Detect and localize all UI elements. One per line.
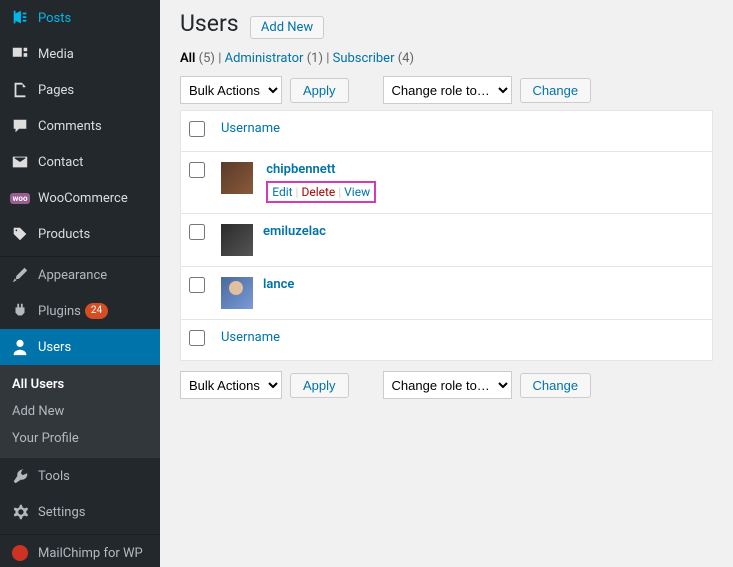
sidebar-label: Tools xyxy=(38,469,70,484)
username-link[interactable]: lance xyxy=(263,277,294,292)
tools-icon xyxy=(10,466,30,486)
update-badge: 24 xyxy=(85,303,108,319)
row-checkbox[interactable] xyxy=(189,224,205,240)
users-submenu: All Users Add New Your Profile xyxy=(0,365,160,458)
change-role-select[interactable]: Change role to… xyxy=(383,76,512,104)
table-row: chipbennett Edit | Delete | View xyxy=(181,152,713,214)
submenu-your-profile[interactable]: Your Profile xyxy=(0,425,160,452)
row-checkbox[interactable] xyxy=(189,162,205,178)
sidebar-label: Media xyxy=(38,47,74,62)
tablenav-bottom: Bulk Actions Apply Change role to… Chang… xyxy=(180,371,713,399)
sidebar-item-products[interactable]: Products xyxy=(0,216,160,252)
admin-sidebar: Posts Media Pages Comments Contact woo Wo… xyxy=(0,0,160,567)
edit-link[interactable]: Edit xyxy=(272,185,292,199)
sidebar-label: Pages xyxy=(38,83,74,98)
comment-icon xyxy=(10,116,30,136)
filter-administrator[interactable]: Administrator xyxy=(225,51,304,66)
select-all-checkbox-bottom[interactable] xyxy=(189,330,205,346)
sidebar-item-media[interactable]: Media xyxy=(0,36,160,72)
contact-icon xyxy=(10,152,30,172)
username-link[interactable]: chipbennett xyxy=(266,162,335,177)
submenu-all-users[interactable]: All Users xyxy=(0,371,160,398)
filter-sub-count: (4) xyxy=(398,51,414,66)
settings-icon xyxy=(10,502,30,522)
sidebar-item-users[interactable]: Users xyxy=(0,329,160,365)
product-icon xyxy=(10,224,30,244)
table-row: lance xyxy=(181,267,713,320)
woo-icon: woo xyxy=(10,188,30,208)
bulk-action-select-bottom[interactable]: Bulk Actions xyxy=(180,371,282,399)
sidebar-item-pages[interactable]: Pages xyxy=(0,72,160,108)
submenu-add-new[interactable]: Add New xyxy=(0,398,160,425)
sidebar-item-woocommerce[interactable]: woo WooCommerce xyxy=(0,180,160,216)
apply-button[interactable]: Apply xyxy=(290,78,349,103)
main-content: Users Add New All (5) | Administrator (1… xyxy=(160,0,733,567)
sidebar-label: Users xyxy=(38,340,71,355)
mailchimp-icon xyxy=(10,543,30,563)
avatar xyxy=(221,277,253,309)
sidebar-item-contact[interactable]: Contact xyxy=(0,144,160,180)
filter-all[interactable]: All xyxy=(180,51,195,66)
pin-icon xyxy=(10,8,30,28)
add-new-button[interactable]: Add New xyxy=(250,16,324,39)
sidebar-item-appearance[interactable]: Appearance xyxy=(0,257,160,293)
filter-all-count: (5) xyxy=(199,51,215,66)
sidebar-item-comments[interactable]: Comments xyxy=(0,108,160,144)
sidebar-label: Plugins xyxy=(38,304,81,319)
select-all-checkbox[interactable] xyxy=(189,121,205,137)
page-icon xyxy=(10,80,30,100)
sidebar-label: Comments xyxy=(38,119,102,134)
row-checkbox[interactable] xyxy=(189,277,205,293)
sidebar-item-plugins[interactable]: Plugins 24 xyxy=(0,293,160,329)
avatar xyxy=(221,162,253,194)
sidebar-label: WooCommerce xyxy=(38,191,128,206)
avatar xyxy=(221,224,253,256)
table-row: emiluzelac xyxy=(181,214,713,267)
tablenav-top: Bulk Actions Apply Change role to… Chang… xyxy=(180,76,713,104)
view-link[interactable]: View xyxy=(344,185,370,199)
sidebar-label: Posts xyxy=(38,11,71,26)
col-username-bottom[interactable]: Username xyxy=(221,330,280,345)
col-username[interactable]: Username xyxy=(221,121,280,136)
bulk-action-select[interactable]: Bulk Actions xyxy=(180,76,282,104)
change-button-bottom[interactable]: Change xyxy=(520,373,592,398)
filter-admin-count: (1) xyxy=(307,51,323,66)
sidebar-label: Products xyxy=(38,227,90,242)
brush-icon xyxy=(10,265,30,285)
delete-link[interactable]: Delete xyxy=(301,185,335,199)
sidebar-item-mailchimp[interactable]: MailChimp for WP xyxy=(0,535,160,567)
sidebar-item-posts[interactable]: Posts xyxy=(0,0,160,36)
apply-button-bottom[interactable]: Apply xyxy=(290,373,349,398)
users-table: Username chipbennett Edit | Delete | Vie… xyxy=(180,110,713,361)
sidebar-label: Settings xyxy=(38,505,85,520)
media-icon xyxy=(10,44,30,64)
filter-subscriber[interactable]: Subscriber xyxy=(333,51,395,66)
plugin-icon xyxy=(10,301,30,321)
sidebar-label: Contact xyxy=(38,155,83,170)
username-link[interactable]: emiluzelac xyxy=(263,224,326,239)
row-actions-highlight: Edit | Delete | View xyxy=(266,181,376,203)
page-title: Users xyxy=(180,10,239,37)
role-filters: All (5) | Administrator (1) | Subscriber… xyxy=(180,51,713,66)
sidebar-label: MailChimp for WP xyxy=(38,546,143,561)
sidebar-label: Appearance xyxy=(38,268,107,283)
sidebar-item-settings[interactable]: Settings xyxy=(0,494,160,530)
change-button[interactable]: Change xyxy=(520,78,592,103)
sidebar-item-tools[interactable]: Tools xyxy=(0,458,160,494)
change-role-select-bottom[interactable]: Change role to… xyxy=(383,371,512,399)
user-icon xyxy=(10,337,30,357)
